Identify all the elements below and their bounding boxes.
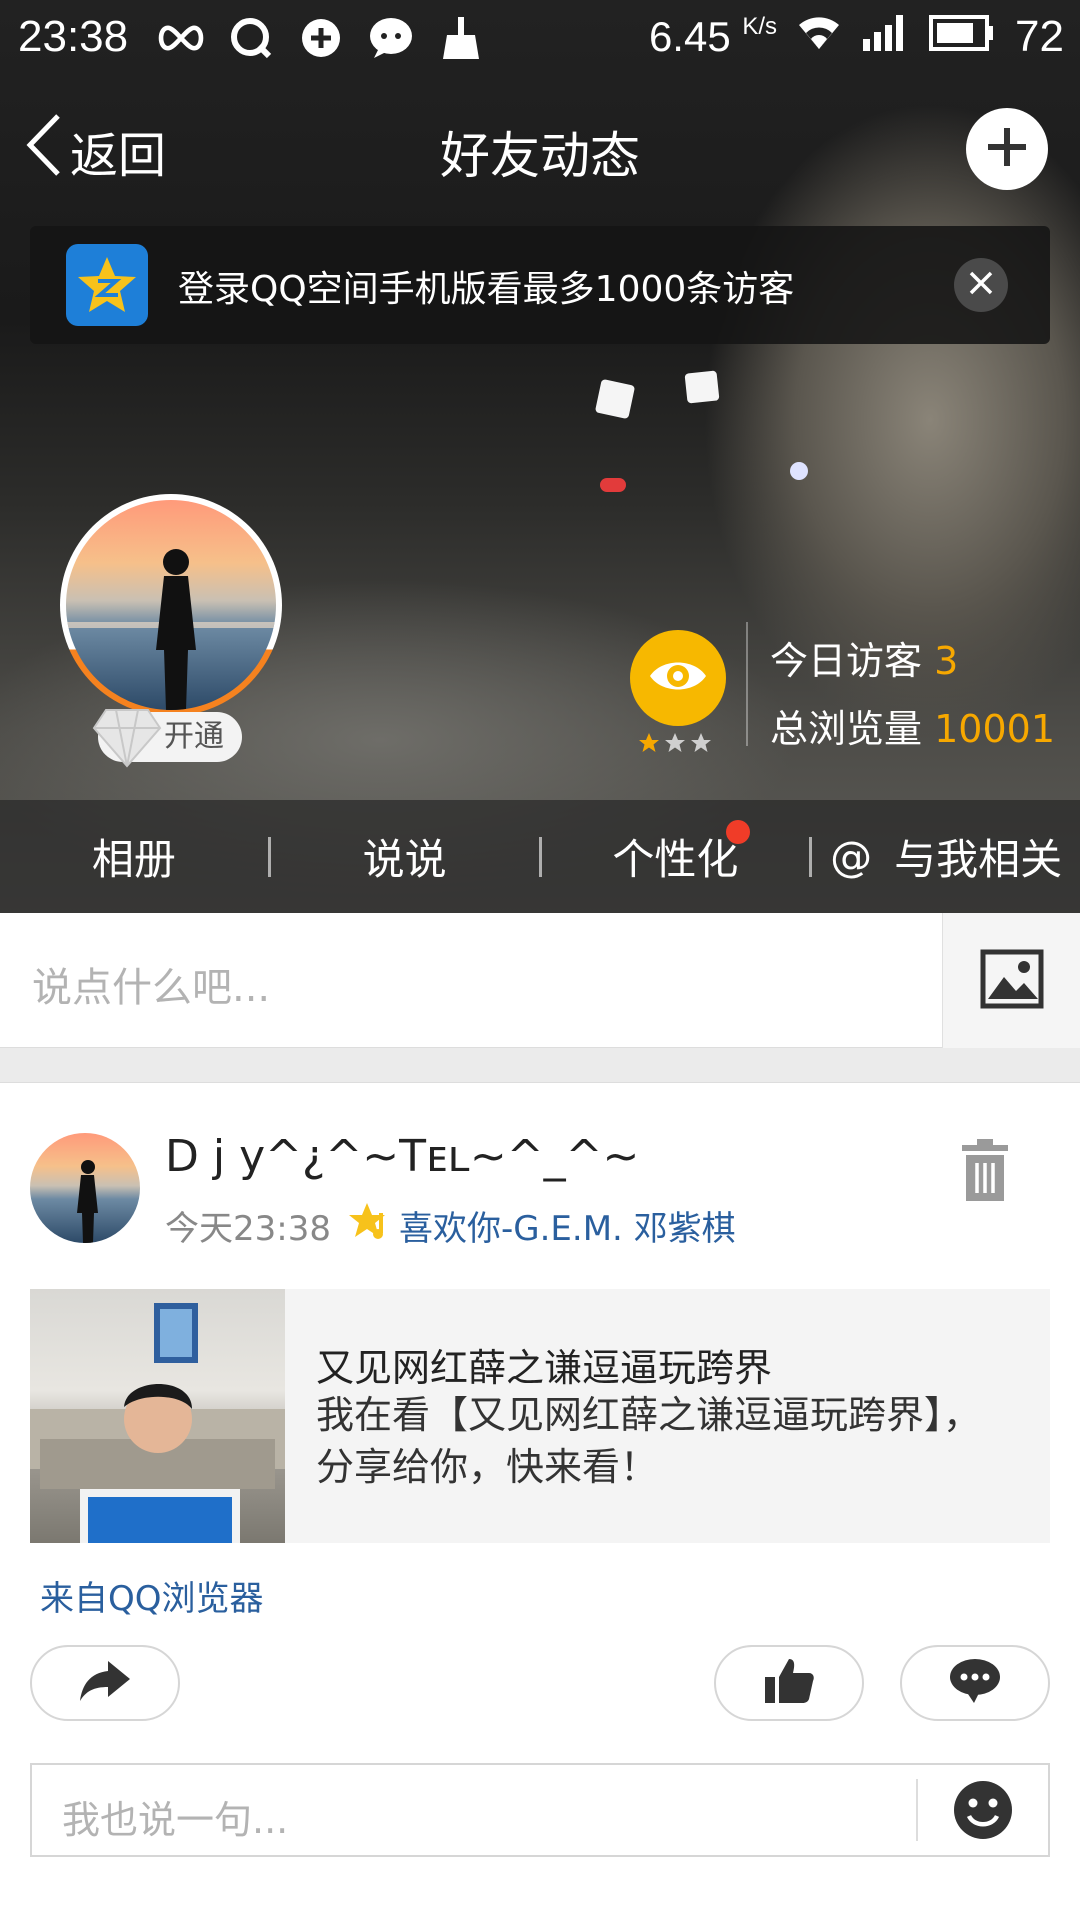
tab-related-label: 与我相关 [894, 835, 1063, 884]
profile-tabs: 相册 说说 个性化 @ 与我相关 [0, 800, 1080, 913]
visitor-divider [746, 622, 748, 746]
wifi-icon [797, 12, 841, 62]
tab-album[interactable]: 相册 [0, 826, 268, 887]
nav-bar: 返回 好友动态 [0, 100, 1080, 200]
battery-icon [929, 12, 995, 62]
post-composer[interactable]: 说点什么吧... [0, 913, 1080, 1048]
tab-album-label: 相册 [91, 835, 176, 884]
tab-shuoshuo[interactable]: 说说 [271, 826, 539, 887]
star-icon [690, 732, 712, 758]
broom-icon [435, 12, 487, 64]
image-icon [980, 949, 1044, 1013]
music-title: 喜欢你-G.E.M. 邓紫棋 [398, 1209, 736, 1249]
status-bar: 23:38 6.45 K/s 72 [0, 0, 1080, 78]
trash-icon [960, 1139, 1010, 1207]
net-speed-unit: K/s [742, 13, 778, 40]
total-views-label: 总浏览量 [770, 707, 923, 751]
signal-icon [861, 12, 909, 62]
sync-icon [295, 12, 347, 64]
share-thumbnail [30, 1289, 285, 1543]
post-author-name[interactable]: D j y^¿^~Tᴇʟ~^_^~ [165, 1131, 639, 1182]
net-speed: 6.45 K/s [649, 13, 777, 61]
cover-light [790, 462, 808, 480]
close-banner-button[interactable] [954, 258, 1008, 312]
visitors-today: 今日访客 3 [770, 630, 958, 685]
profile-cover: 23:38 6.45 K/s 72 返回 好友动态 登录QQ空间手机版看最多10… [0, 0, 1080, 913]
net-speed-value: 6.45 [648, 13, 731, 60]
plus-icon [984, 124, 1030, 174]
promo-text: 登录QQ空间手机版看最多1000条访客 [178, 269, 795, 310]
music-star-icon [348, 1201, 393, 1250]
emoji-button[interactable] [952, 1779, 1014, 1841]
close-icon [968, 270, 994, 300]
visitor-level-stars [638, 732, 712, 758]
post-author-avatar[interactable] [30, 1133, 140, 1243]
tab-personalize[interactable]: 个性化 [542, 820, 810, 887]
notification-dot [725, 820, 750, 844]
delete-post-button[interactable] [960, 1139, 1010, 1203]
at-icon: @ [830, 832, 873, 881]
avatar-image [66, 500, 276, 710]
diamond-icon [92, 704, 162, 770]
add-button[interactable] [966, 108, 1048, 190]
vip-label: 开通 [164, 719, 224, 754]
cover-light [594, 378, 636, 420]
status-right: 6.45 K/s 72 [649, 12, 1064, 62]
cover-light [600, 478, 626, 492]
reply-divider [916, 1779, 918, 1841]
tab-shuoshuo-label: 说说 [362, 835, 447, 884]
eye-icon [648, 656, 708, 700]
comment-button[interactable] [900, 1645, 1050, 1721]
add-photo-button[interactable] [942, 913, 1080, 1048]
feed-post: D j y^¿^~Tᴇʟ~^_^~ 今天23:38 喜欢你-G.E.M. 邓紫棋 [0, 1082, 1080, 1920]
visitors-button[interactable] [630, 630, 726, 726]
visitors-today-label: 今日访客 [770, 639, 923, 683]
comment-bubble-icon [948, 1657, 1002, 1709]
status-icons [155, 12, 487, 64]
reply-placeholder: 我也说一句... [62, 1798, 289, 1842]
post-meta: 今天23:38 喜欢你-G.E.M. 邓紫棋 [165, 1201, 736, 1250]
profile-avatar[interactable] [60, 494, 282, 716]
like-button[interactable] [714, 1645, 864, 1721]
battery-level: 72 [1015, 12, 1064, 61]
tab-personalize-label: 个性化 [612, 835, 739, 884]
share-title: 又见网红薛之谦逗逼玩跨界 [316, 1346, 773, 1390]
share-description: 我在看【又见网红薛之谦逗逼玩跨界】，分享给你，快来看！ [316, 1393, 982, 1489]
shared-link-card[interactable]: 又见网红薛之谦逗逼玩跨界 我在看【又见网红薛之谦逗逼玩跨界】，分享给你，快来看！ [30, 1289, 1050, 1543]
music-link[interactable]: 喜欢你-G.E.M. 邓紫棋 [348, 1201, 736, 1250]
chat-icon [365, 12, 417, 64]
composer-placeholder: 说点什么吧... [32, 965, 271, 1011]
tab-related-to-me[interactable]: @ 与我相关 [812, 826, 1080, 887]
visitors-today-count: 3 [934, 639, 959, 683]
thumbs-up-icon [763, 1657, 815, 1709]
post-time: 今天23:38 [165, 1209, 331, 1249]
share-arrow-icon [78, 1659, 132, 1707]
share-button[interactable] [30, 1645, 180, 1721]
post-source-link[interactable]: 来自QQ浏览器 [40, 1571, 264, 1620]
smiley-icon [952, 1781, 1014, 1845]
qzone-logo-icon [66, 244, 148, 326]
star-icon [638, 732, 660, 758]
cover-light [684, 370, 720, 404]
promo-banner[interactable]: 登录QQ空间手机版看最多1000条访客 [30, 226, 1050, 344]
star-icon [664, 732, 686, 758]
qq-icon [225, 12, 277, 64]
vip-open-badge[interactable]: 开通 [92, 709, 242, 768]
infinity-icon [155, 12, 207, 64]
total-views-count: 10001 [934, 707, 1055, 751]
reply-input[interactable]: 我也说一句... [30, 1763, 1050, 1857]
total-views: 总浏览量 10001 [770, 698, 1055, 753]
status-time: 23:38 [18, 12, 129, 61]
page-title: 好友动态 [440, 127, 640, 185]
